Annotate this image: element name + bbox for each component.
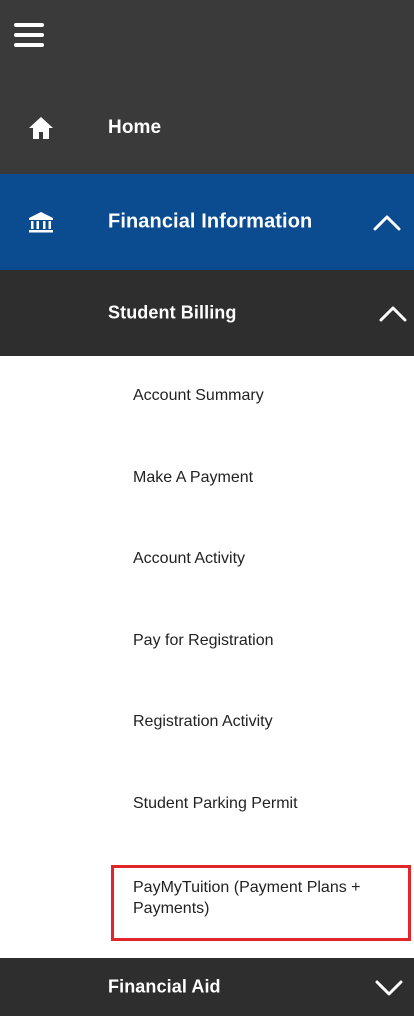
nav-item-home[interactable]: Home bbox=[0, 82, 414, 174]
hamburger-menu-icon[interactable] bbox=[14, 23, 44, 47]
submenu-item-registration-activity[interactable]: Registration Activity bbox=[133, 713, 273, 731]
navigation-drawer: Home Financial Information Student Billi… bbox=[0, 0, 414, 1016]
nav-item-home-label: Home bbox=[108, 117, 162, 138]
submenu-item-pay-for-registration[interactable]: Pay for Registration bbox=[133, 632, 274, 650]
nav-item-financial-information[interactable]: Financial Information bbox=[0, 174, 414, 270]
nav-item-financial-information-label: Financial Information bbox=[108, 210, 313, 233]
chevron-up-icon[interactable] bbox=[372, 212, 402, 232]
submenu-item-account-activity[interactable]: Account Activity bbox=[133, 550, 245, 568]
chevron-up-icon[interactable] bbox=[378, 303, 408, 323]
nav-item-student-billing[interactable]: Student Billing bbox=[0, 270, 414, 356]
submenu-item-make-a-payment[interactable]: Make A Payment bbox=[133, 469, 253, 487]
submenu-item-account-summary[interactable]: Account Summary bbox=[133, 387, 264, 405]
chevron-down-icon[interactable] bbox=[374, 977, 404, 997]
bank-building-icon bbox=[29, 212, 53, 233]
nav-item-student-billing-label: Student Billing bbox=[108, 302, 237, 323]
submenu-item-student-parking-permit[interactable]: Student Parking Permit bbox=[133, 795, 298, 813]
top-bar bbox=[0, 0, 414, 82]
submenu-item-paymytuition[interactable]: PayMyTuition (Payment Plans + Payments) bbox=[133, 877, 408, 919]
nav-item-financial-aid-label: Financial Aid bbox=[108, 976, 221, 997]
home-icon bbox=[29, 117, 53, 139]
nav-item-financial-aid[interactable]: Financial Aid bbox=[0, 958, 414, 1016]
